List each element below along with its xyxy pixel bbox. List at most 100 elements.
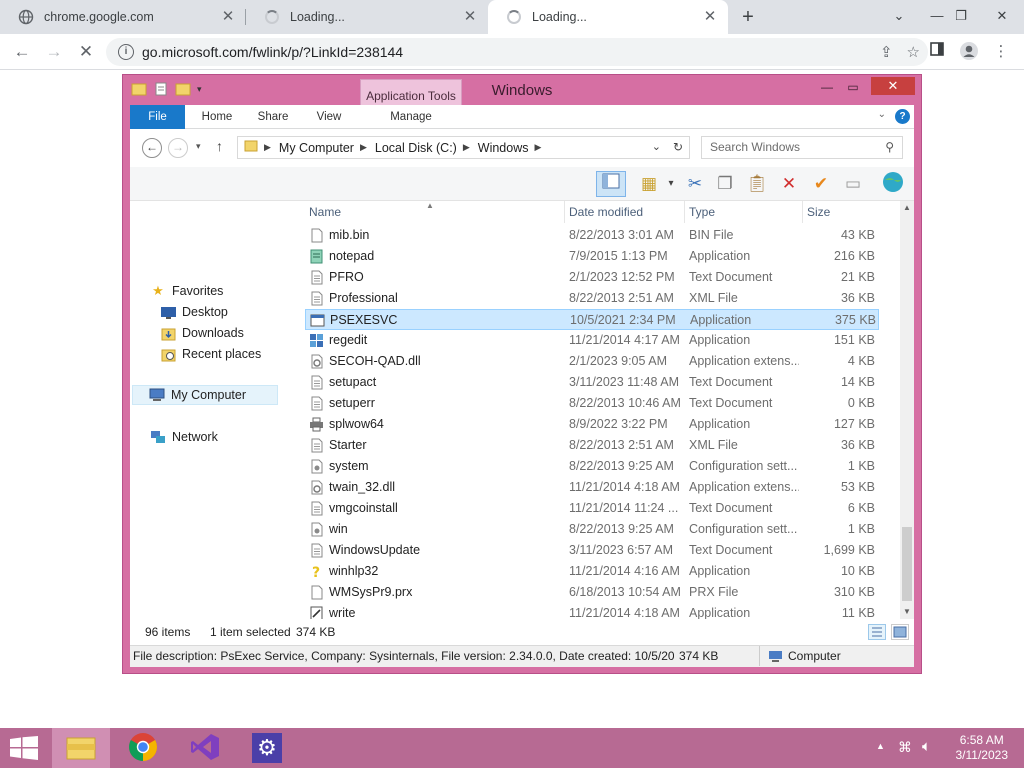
cut-icon[interactable]: ✂ bbox=[682, 171, 708, 197]
table-row[interactable]: splwow64 8/9/2022 3:22 PM Application 127 K… bbox=[305, 414, 879, 435]
forward-button[interactable]: → bbox=[168, 138, 188, 158]
bookmark-star-icon[interactable]: ☆ bbox=[907, 43, 920, 61]
close-icon[interactable]: ✕ bbox=[462, 9, 478, 25]
table-row[interactable]: mib.bin 8/22/2013 3:01 AM BIN File 43 KB bbox=[305, 225, 879, 246]
tab-view[interactable]: View bbox=[304, 105, 354, 129]
close-window-icon[interactable]: ✕ bbox=[985, 0, 1019, 34]
breadcrumb-windows[interactable]: Windows bbox=[478, 141, 529, 155]
clock[interactable]: 6:58 AM 3/11/2023 bbox=[956, 733, 1009, 763]
address-bar[interactable]: i go.microsoft.com/fwlink/p/?LinkId=2381… bbox=[106, 38, 928, 66]
back-button[interactable]: ← bbox=[142, 138, 162, 158]
copy-icon[interactable]: ❐ bbox=[712, 171, 738, 197]
network-status-icon[interactable]: ⌘ bbox=[898, 739, 912, 756]
table-row[interactable]: twain_32.dll 11/21/2014 4:18 AM Applicatio… bbox=[305, 477, 879, 498]
checkmark-icon[interactable]: ✔ bbox=[808, 171, 834, 197]
expand-ribbon-icon[interactable]: ⌄ bbox=[878, 109, 886, 120]
chevron-down-icon[interactable]: ▾ bbox=[658, 171, 684, 197]
new-tab-button[interactable]: + bbox=[738, 7, 758, 27]
globe-icon[interactable] bbox=[880, 171, 906, 197]
table-row[interactable]: vmgcoinstall 11/21/2014 11:24 ... Text Doc… bbox=[305, 498, 879, 519]
close-icon[interactable]: ✕ bbox=[702, 9, 718, 25]
share-icon[interactable]: ⇪ bbox=[880, 43, 893, 61]
table-row[interactable]: Professional 8/22/2013 2:51 AM XML File 36 … bbox=[305, 288, 879, 309]
taskbar-settings[interactable]: ⚙ bbox=[238, 728, 296, 768]
column-header-type[interactable]: Type bbox=[685, 201, 803, 223]
details-view-icon[interactable] bbox=[868, 624, 886, 640]
info-icon[interactable]: i bbox=[118, 44, 134, 60]
profile-avatar[interactable] bbox=[958, 41, 980, 63]
table-row[interactable]: WindowsUpdate 3/11/2023 6:57 AM Text Docum… bbox=[305, 540, 879, 561]
browser-tab-1[interactable]: chrome.google.com ✕ bbox=[0, 0, 246, 34]
taskbar-file-explorer[interactable] bbox=[52, 728, 110, 768]
show-hidden-icons[interactable]: ▲ bbox=[876, 741, 885, 751]
breadcrumb-separator-icon: ▶ bbox=[462, 142, 470, 152]
delete-icon[interactable]: ✕ bbox=[776, 171, 802, 197]
table-row[interactable]: system 8/22/2013 9:25 AM Configuration set… bbox=[305, 456, 879, 477]
minimize-icon[interactable]: — bbox=[817, 78, 837, 96]
nav-desktop[interactable]: Desktop bbox=[160, 302, 228, 322]
nav-downloads[interactable]: Downloads bbox=[160, 323, 244, 343]
table-row[interactable]: WMSysPr9.prx 6/18/2013 10:54 AM PRX File 31… bbox=[305, 582, 879, 603]
recent-locations-icon[interactable]: ▾ bbox=[196, 141, 201, 152]
table-row[interactable]: notepad 7/9/2015 1:13 PM Application 216 KB bbox=[305, 246, 879, 267]
volume-icon[interactable]: 🔈︎ bbox=[922, 738, 931, 755]
table-row[interactable]: ? winhlp32 11/21/2014 4:16 AM Application 10… bbox=[305, 561, 879, 582]
table-row[interactable]: setupact 3/11/2023 11:48 AM Text Document 1… bbox=[305, 372, 879, 393]
file-date: 8/22/2013 10:46 AM bbox=[569, 396, 681, 410]
table-row[interactable]: win 8/22/2013 9:25 AM Configuration sett..… bbox=[305, 519, 879, 540]
tab-file[interactable]: File bbox=[130, 105, 185, 129]
close-icon[interactable]: ✕ bbox=[220, 9, 236, 25]
search-input[interactable]: Search Windows ⚲ bbox=[701, 136, 903, 159]
nav-favorites[interactable]: ★ Favorites bbox=[150, 281, 223, 301]
details-bar: File description: PsExec Service, Compan… bbox=[130, 645, 914, 667]
rename-icon[interactable]: ▭ bbox=[840, 171, 866, 197]
explorer-address-bar[interactable]: ▶ My Computer ▶ Local Disk (C:) ▶ Window… bbox=[237, 136, 690, 159]
breadcrumb-local-disk[interactable]: Local Disk (C:) bbox=[375, 141, 457, 155]
column-header-date[interactable]: Date modified bbox=[565, 201, 685, 223]
paste-icon[interactable]: 📋︎ bbox=[744, 171, 770, 197]
windows-start-icon[interactable] bbox=[10, 736, 38, 760]
taskbar-chrome[interactable] bbox=[114, 728, 172, 768]
menu-icon[interactable]: ⋮ bbox=[990, 41, 1012, 63]
table-row[interactable]: PFRO 2/1/2023 12:52 PM Text Document 21 KB bbox=[305, 267, 879, 288]
file-date: 8/22/2013 9:25 AM bbox=[569, 522, 674, 536]
file-date: 11/21/2014 4:17 AM bbox=[569, 333, 680, 347]
preview-pane-icon[interactable] bbox=[596, 171, 626, 197]
column-header-name[interactable]: ▲ Name bbox=[305, 201, 565, 223]
side-panel-icon[interactable] bbox=[926, 41, 948, 63]
up-arrow-icon[interactable]: ↑ bbox=[216, 138, 223, 154]
chevron-down-icon[interactable]: ⌄ bbox=[882, 0, 916, 34]
taskbar: ⚙ ▲ ⌘ 🔈︎ 6:58 AM 3/11/2023 bbox=[0, 728, 1024, 768]
stop-loading-button[interactable]: ✕ bbox=[74, 40, 98, 64]
taskbar-visual-studio[interactable] bbox=[176, 728, 234, 768]
forward-button[interactable]: → bbox=[42, 40, 66, 64]
breadcrumb-my-computer[interactable]: My Computer bbox=[279, 141, 354, 155]
tab-share[interactable]: Share bbox=[248, 105, 298, 129]
vertical-scrollbar[interactable]: ▲ ▼ bbox=[900, 201, 914, 619]
table-row[interactable]: SECOH-QAD.dll 2/1/2023 9:05 AM Application… bbox=[305, 351, 879, 372]
file-size: 1,699 KB bbox=[823, 543, 875, 557]
restore-icon[interactable]: ❐ bbox=[944, 0, 978, 34]
nav-recent-places[interactable]: Recent places bbox=[160, 344, 261, 364]
back-button[interactable]: ← bbox=[10, 40, 34, 64]
table-row[interactable]: setuperr 8/22/2013 10:46 AM Text Document 0… bbox=[305, 393, 879, 414]
column-header-size[interactable]: Size bbox=[803, 201, 879, 223]
browser-tab-2[interactable]: Loading... ✕ bbox=[246, 0, 488, 34]
chevron-down-icon[interactable]: ⌄ bbox=[652, 140, 661, 153]
close-window-icon[interactable]: ✕ bbox=[871, 77, 915, 95]
tab-manage[interactable]: Manage bbox=[361, 105, 461, 129]
scroll-up-icon[interactable]: ▲ bbox=[900, 201, 914, 215]
scrollbar-thumb[interactable] bbox=[902, 527, 912, 601]
nav-network[interactable]: Network bbox=[150, 427, 218, 447]
table-row[interactable]: Starter 8/22/2013 2:51 AM XML File 36 KB bbox=[305, 435, 879, 456]
refresh-icon[interactable]: ↻ bbox=[673, 140, 683, 154]
maximize-icon[interactable]: ▭ bbox=[843, 78, 863, 96]
nav-my-computer[interactable]: My Computer bbox=[132, 385, 278, 405]
browser-tab-3[interactable]: Loading... ✕ bbox=[488, 0, 728, 34]
scroll-down-icon[interactable]: ▼ bbox=[900, 605, 914, 619]
large-icons-view-icon[interactable] bbox=[891, 624, 909, 640]
table-row[interactable]: PSEXESVC 10/5/2021 2:34 PM Application 375 … bbox=[305, 309, 879, 330]
tab-home[interactable]: Home bbox=[192, 105, 242, 129]
table-row[interactable]: regedit 11/21/2014 4:17 AM Application 151 … bbox=[305, 330, 879, 351]
help-icon[interactable]: ? bbox=[895, 109, 910, 124]
